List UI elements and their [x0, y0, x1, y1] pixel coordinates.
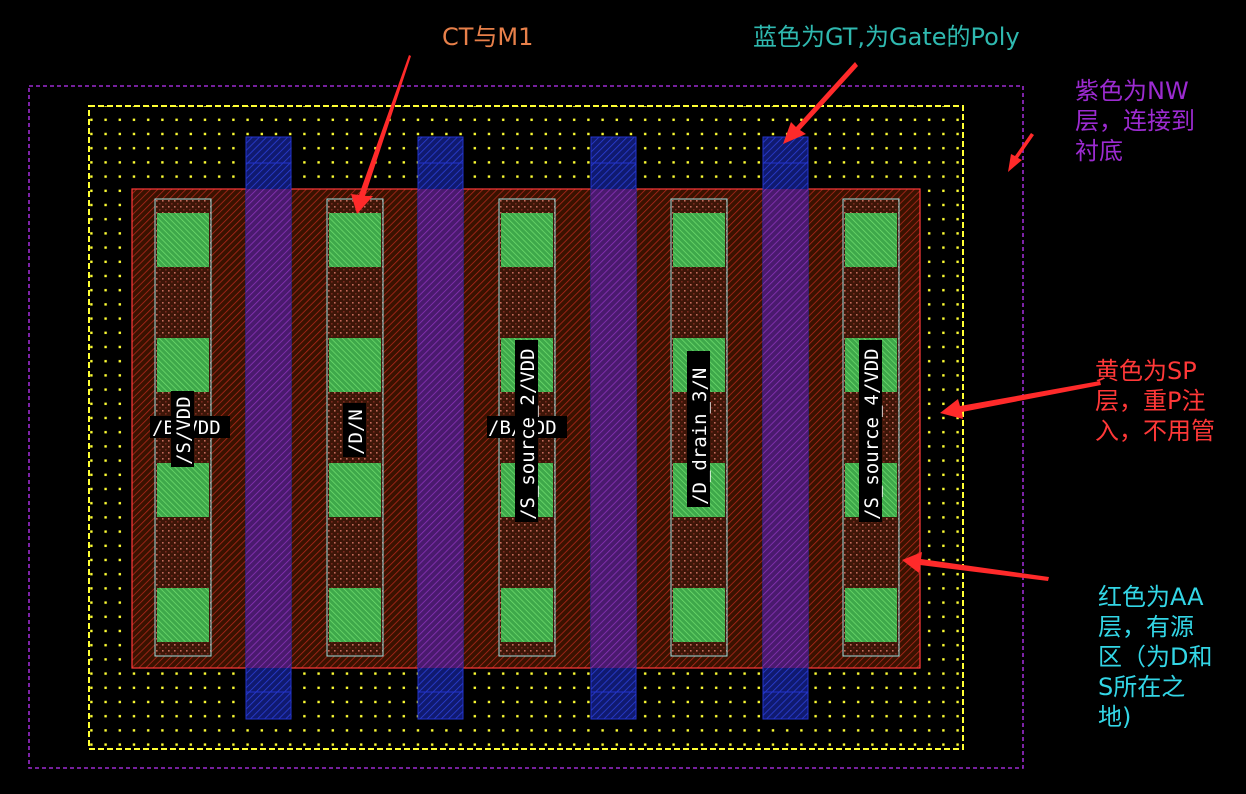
- layout-diagram: /B/VDD /S/VDD /D/N /B/VDD /S_source_2/VD…: [28, 55, 1101, 769]
- annotation-ct-m1: CT与M1: [442, 23, 534, 51]
- contact-m1: [157, 588, 209, 642]
- net-label: /S/VDD: [173, 396, 195, 465]
- annotation-gt: 蓝色为GT,为Gate的Poly: [753, 23, 1020, 51]
- contact-m1: [501, 213, 553, 267]
- annotation-line: 区（为D和: [1098, 643, 1213, 671]
- net-label: /S_source_2/VDD: [517, 348, 539, 520]
- gate-poly-1: [245, 136, 292, 720]
- annotation-line: 层，重P注: [1095, 387, 1206, 415]
- annotation-line: S所在之: [1098, 673, 1186, 701]
- contact-m1: [329, 463, 381, 517]
- contact-m1: [329, 213, 381, 267]
- annotation-line: 红色为AA: [1098, 583, 1204, 611]
- contact-m1: [329, 338, 381, 392]
- arrow-sp: [940, 381, 1101, 419]
- contact-m1: [157, 463, 209, 517]
- gate-poly-3: [590, 136, 637, 720]
- contact-m1: [501, 588, 553, 642]
- annotation-line: 地): [1098, 703, 1132, 731]
- annotation-line: 入，不用管: [1095, 417, 1215, 445]
- contact-m1: [329, 588, 381, 642]
- net-label: /S_source_4/VDD: [861, 348, 883, 520]
- annotation-nw: 紫色为NW 层，连接到 衬底: [1075, 76, 1195, 166]
- arrow-nw: [1008, 133, 1034, 172]
- gate-poly-2: [417, 136, 464, 720]
- contact-m1: [845, 213, 897, 267]
- annotation-line: 层，连接到: [1075, 107, 1195, 135]
- contact-m1: [157, 213, 209, 267]
- contact-m1: [157, 338, 209, 392]
- gate-poly-4: [762, 136, 809, 720]
- annotation-line: 衬底: [1075, 137, 1123, 165]
- net-label: /D_drain_3/N: [689, 368, 711, 505]
- contact-m1: [673, 588, 725, 642]
- contact-m1: [673, 213, 725, 267]
- annotation-sp: 黄色为SP 层，重P注 入，不用管: [1095, 356, 1215, 446]
- net-label: /D/N: [345, 409, 367, 455]
- annotation-line: 黄色为SP: [1095, 357, 1197, 385]
- annotation-aa: 红色为AA 层，有源 区（为D和 S所在之 地): [1098, 582, 1212, 732]
- contact-m1: [845, 588, 897, 642]
- annotation-line: 层，有源: [1098, 613, 1194, 641]
- annotation-line: 紫色为NW: [1075, 77, 1189, 105]
